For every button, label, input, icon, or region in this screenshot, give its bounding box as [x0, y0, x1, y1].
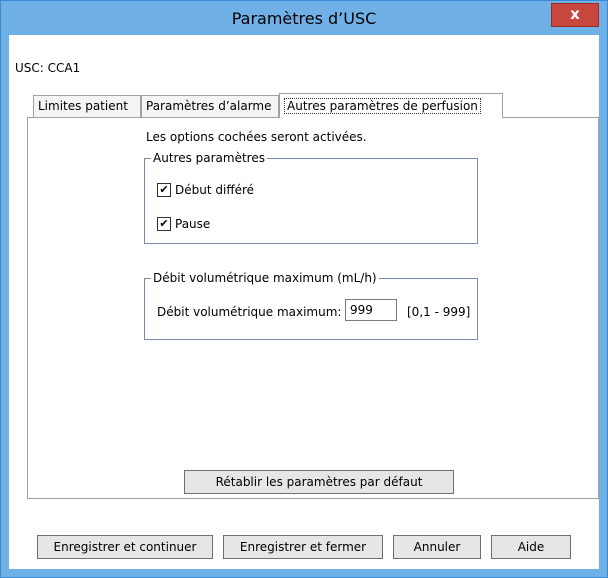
checkmark-icon: ✔ [159, 217, 169, 230]
tab-label: Limites patient [38, 99, 128, 113]
tab-label: Autres paramètres de perfusion [284, 98, 481, 114]
title-bar[interactable]: Paramètres d’USC x [1, 1, 607, 35]
max-flow-input[interactable] [345, 299, 397, 321]
cancel-button[interactable]: Annuler [393, 535, 481, 559]
max-flow-range: [0,1 - 999] [407, 305, 471, 319]
tab-patient-limits[interactable]: Limites patient [33, 95, 141, 117]
pause-option[interactable]: ✔ Pause [157, 217, 210, 231]
max-flow-group: Débit volumétrique maximum (mL/h) Débit … [144, 271, 478, 340]
tab-other-infusion-settings[interactable]: Autres paramètres de perfusion [279, 93, 503, 118]
restore-defaults-button[interactable]: Rétablir les paramètres par défaut [184, 470, 454, 494]
deferred-start-label: Début différé [175, 183, 255, 197]
close-button[interactable]: x [551, 3, 599, 27]
settings-window: Paramètres d’USC x USC: CCA1 Limites pat… [0, 0, 608, 578]
tab-panel: Les options cochées seront activées. Aut… [27, 117, 599, 499]
save-continue-button[interactable]: Enregistrer et continuer [37, 535, 213, 559]
checkmark-icon: ✔ [159, 183, 169, 196]
info-text: Les options cochées seront activées. [146, 130, 367, 144]
help-button[interactable]: Aide [491, 535, 571, 559]
pause-label: Pause [175, 217, 211, 231]
close-icon: x [570, 5, 580, 23]
deferred-start-option[interactable]: ✔ Début différé [157, 183, 254, 197]
other-params-group: Autres paramètres ✔ Début différé ✔ Paus… [144, 151, 478, 244]
usc-label: USC: CCA1 [15, 61, 81, 75]
group-legend: Autres paramètres [151, 151, 267, 165]
dialog-body: USC: CCA1 Limites patient Paramètres d’a… [9, 35, 599, 569]
save-close-button[interactable]: Enregistrer et fermer [223, 535, 383, 559]
tab-alarm-settings[interactable]: Paramètres d’alarme [141, 95, 279, 117]
window-title: Paramètres d’USC [231, 9, 377, 28]
group-legend: Débit volumétrique maximum (mL/h) [151, 271, 379, 285]
max-flow-label: Débit volumétrique maximum: [157, 305, 342, 319]
deferred-start-checkbox[interactable]: ✔ [157, 183, 171, 197]
pause-checkbox[interactable]: ✔ [157, 217, 171, 231]
tab-label: Paramètres d’alarme [146, 99, 272, 113]
